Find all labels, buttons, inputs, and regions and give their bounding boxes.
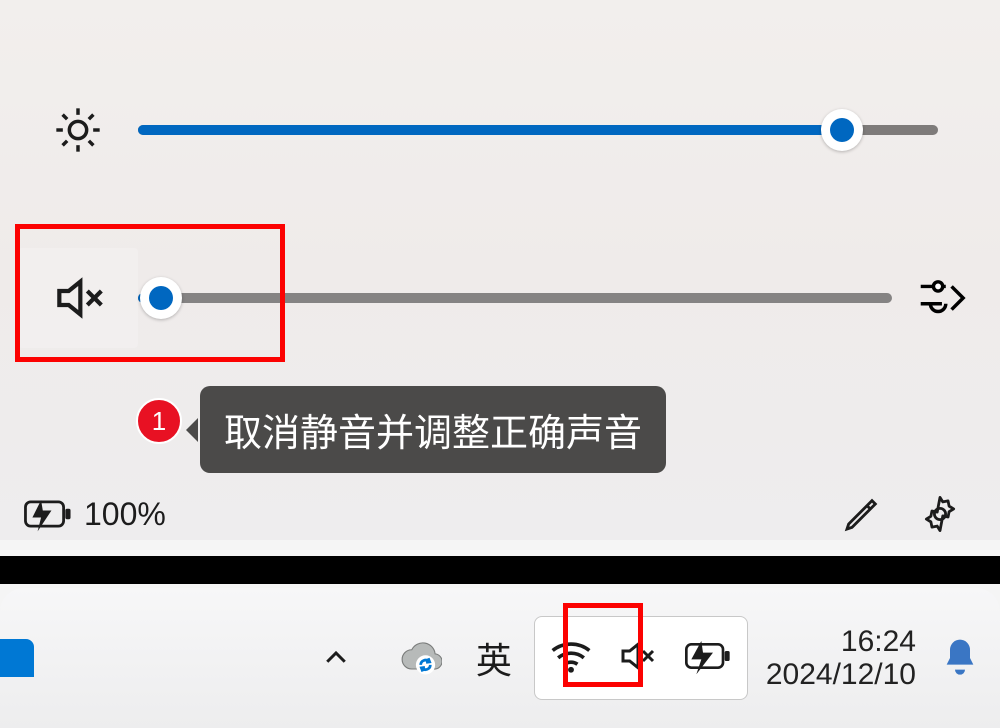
brightness-slider[interactable] (138, 125, 938, 135)
volume-slider[interactable] (138, 293, 892, 303)
battery-tray-icon (683, 638, 733, 679)
annotation-tooltip: 取消静音并调整正确声音 (200, 386, 666, 473)
tray-overflow-button[interactable] (306, 628, 366, 688)
volume-mute-button[interactable] (18, 248, 138, 348)
pencil-icon (842, 494, 882, 534)
gear-icon (919, 493, 961, 535)
quick-settings-panel: 100% 1 取消静音并调整正确声音 (0, 0, 1000, 540)
brightness-slider-thumb[interactable] (821, 109, 863, 151)
separator-bar (0, 556, 1000, 584)
start-button[interactable] (0, 639, 34, 677)
system-tray-group[interactable] (534, 616, 748, 700)
annotation-tooltip-text: 取消静音并调整正确声音 (224, 413, 642, 455)
speaker-muted-icon (615, 636, 661, 681)
volume-slider-thumb[interactable] (140, 277, 182, 319)
battery-charging-icon (22, 495, 74, 533)
cloud-sync-icon (398, 638, 442, 678)
wifi-icon (549, 637, 593, 680)
onedrive-tray-icon[interactable] (390, 628, 450, 688)
taskbar-clock[interactable]: 16:24 2024/12/10 (766, 625, 916, 691)
taskbar: 英 16:24 2024/12/10 (0, 588, 1000, 728)
battery-percent-label: 100% (84, 496, 166, 533)
quick-settings-bottom-row: 100% (0, 488, 1000, 540)
brightness-slider-row (0, 90, 1000, 170)
clock-date: 2024/12/10 (766, 658, 916, 691)
clock-time: 16:24 (841, 625, 916, 658)
notifications-button[interactable] (940, 636, 980, 680)
ime-indicator[interactable]: 英 (476, 632, 512, 684)
battery-status[interactable]: 100% (22, 495, 166, 533)
annotation-step-badge: 1 (136, 398, 182, 444)
brightness-icon (18, 80, 138, 180)
edit-button[interactable] (832, 484, 892, 544)
bell-icon (940, 636, 980, 680)
volume-slider-row (0, 248, 1000, 348)
chevron-up-icon (321, 643, 351, 673)
volume-flyout-icon[interactable] (910, 268, 970, 328)
annotation-step-number: 1 (152, 406, 166, 437)
settings-button[interactable] (910, 484, 970, 544)
